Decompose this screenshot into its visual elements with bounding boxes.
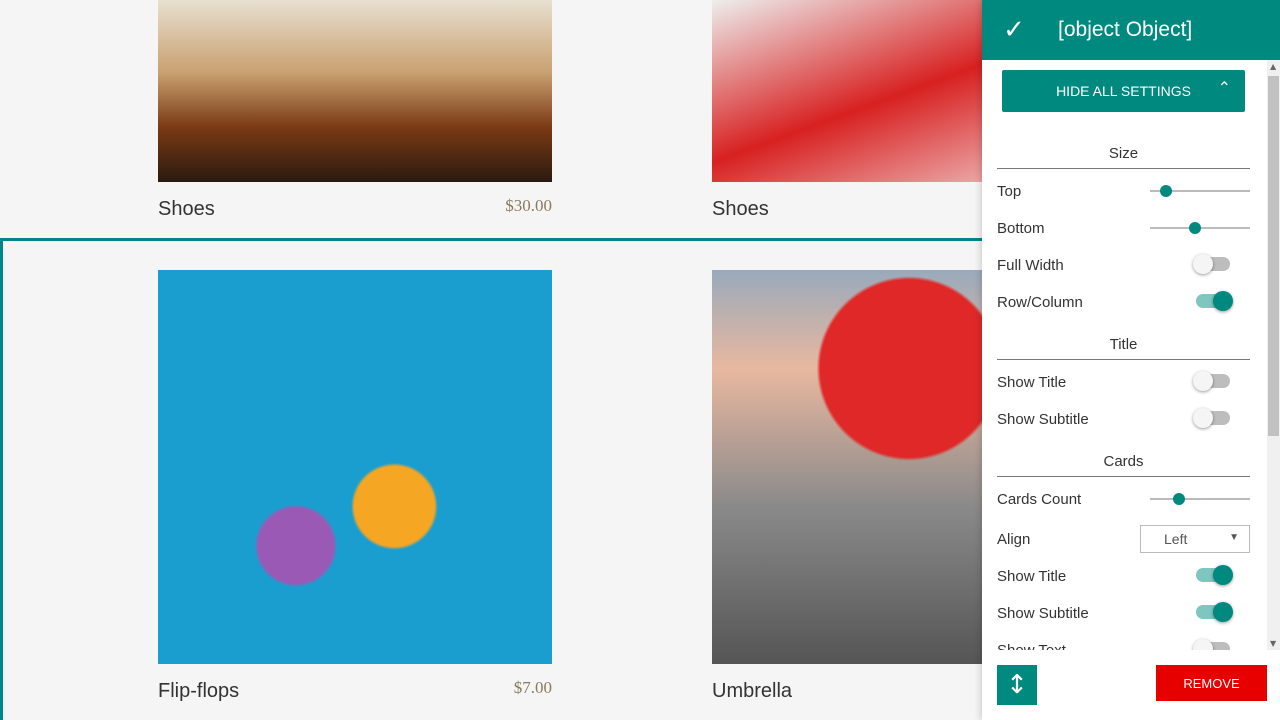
setting-card-show-title: Show Title [997,564,1250,588]
setting-align: Align Left ▼ [997,525,1250,553]
align-select[interactable]: Left ▼ [1140,525,1250,553]
setting-card-show-subtitle: Show Subtitle [997,601,1250,625]
product-image [158,0,552,182]
scroll-down-icon[interactable]: ▼ [1270,639,1276,648]
group-size: Size [997,145,1250,169]
setting-card-show-text: Show Text [997,638,1250,650]
slider-handle[interactable] [1160,185,1172,197]
card-show-subtitle-toggle[interactable] [1196,602,1233,622]
scroll-up-icon[interactable]: ▲ [1270,62,1276,71]
label: Cards Count [997,490,1082,508]
label: Full Width [997,256,1064,274]
setting-bottom: Bottom [997,216,1250,240]
hide-all-settings-button[interactable]: HIDE ALL SETTINGS ⌃ [1002,70,1245,112]
setting-show-subtitle: Show Subtitle [997,407,1250,431]
label: Show Text [997,641,1066,651]
group-cards: Cards [997,453,1250,477]
scrollbar-thumb[interactable] [1268,76,1279,436]
product-title: Shoes [158,198,215,220]
caret-down-icon: ▼ [1229,532,1239,543]
group-title: Title [997,336,1250,360]
label: Show Subtitle [997,604,1089,622]
label: Show Subtitle [997,410,1089,428]
label: Show Title [997,567,1067,585]
product-title: Umbrella [712,680,793,702]
chevron-up-icon: ⌃ [1217,80,1231,97]
scrollbar[interactable]: ▲ ▼ [1267,60,1280,650]
hide-all-label: HIDE ALL SETTINGS [1056,83,1191,99]
product-image [158,270,552,664]
setting-full-width: Full Width [997,253,1250,277]
customize-panel: ✓ [object Object] HIDE ALL SETTINGS ⌃ Siz… [982,0,1280,720]
label: Bottom [997,219,1045,237]
setting-show-title: Show Title [997,370,1250,394]
setting-cards-count: Cards Count [997,487,1250,511]
setting-top: Top [997,179,1250,203]
slider-handle[interactable] [1189,222,1201,234]
panel-title: [object Object] [1058,18,1193,41]
arrows-vertical-icon: ↕ [1006,670,1028,700]
card-show-title-toggle[interactable] [1196,565,1233,585]
top-slider[interactable] [1150,185,1250,197]
slider-handle[interactable] [1173,493,1185,505]
remove-button[interactable]: REMOVE [1156,665,1267,701]
panel-header: ✓ [object Object] [982,0,1280,60]
setting-row-column: Row/Column [997,290,1250,314]
product-title: Shoes [712,198,769,220]
show-subtitle-toggle[interactable] [1193,408,1230,428]
product-price: $30.00 [505,196,552,215]
show-title-toggle[interactable] [1193,371,1230,391]
card-show-text-toggle[interactable] [1193,639,1230,650]
bottom-slider[interactable] [1150,222,1250,234]
product-title: Flip-flops [158,680,240,702]
label: Row/Column [997,293,1083,311]
label: Show Title [997,373,1067,391]
full-width-toggle[interactable] [1193,254,1230,274]
label: Top [997,182,1022,200]
label: Align [997,530,1031,548]
check-icon[interactable]: ✓ [982,15,1046,45]
align-value: Left [1164,531,1188,547]
settings-scroll-area: HIDE ALL SETTINGS ⌃ Size Top Bottom Full … [982,60,1267,650]
product-price: $7.00 [513,678,552,697]
move-section-button[interactable]: ↕ [997,665,1037,705]
cards-count-slider[interactable] [1150,493,1250,505]
row-column-toggle[interactable] [1196,291,1233,311]
